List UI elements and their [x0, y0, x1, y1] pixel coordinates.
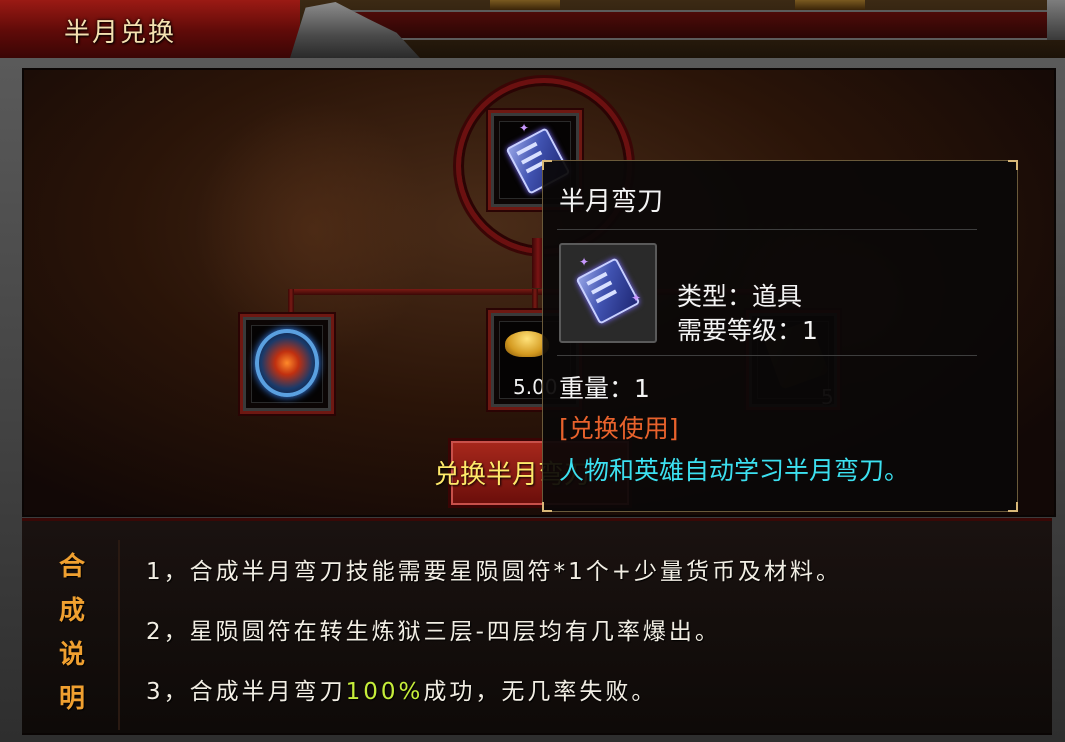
sparkle-icon: ✦	[579, 255, 590, 269]
window-title: 半月兑换	[64, 18, 177, 48]
tooltip-corner	[1008, 502, 1018, 512]
description-text: 成功，无几率失败。	[423, 679, 658, 705]
frame-ornament	[490, 0, 560, 10]
description-label-char: 说	[58, 640, 85, 670]
success-rate-highlight: 100%	[345, 679, 424, 705]
tooltip-corner	[542, 502, 552, 512]
description-label-char: 成	[58, 596, 85, 626]
rune-icon	[255, 329, 319, 397]
description-line-2: 2，星陨圆符在转生炼狱三层-四层均有几率爆出。	[146, 619, 721, 645]
tooltip-usage-tag: [兑换使用]	[559, 414, 679, 443]
description-label-char: 合	[58, 552, 85, 582]
sparkle-icon: ✦	[519, 121, 530, 135]
item-tooltip: 半月弯刀 ✦ ✦ 类型：道具 需要等级：1 重量：1 [兑换使用] 人物和英雄自…	[542, 160, 1018, 512]
tooltip-level: 需要等级：1	[677, 316, 818, 345]
top-frame	[330, 10, 1065, 40]
tooltip-type: 类型：道具	[677, 282, 803, 311]
frame-ornament	[795, 0, 865, 10]
frame-ornament	[1047, 0, 1065, 40]
tooltip-divider	[557, 229, 977, 230]
tooltip-description: 人物和英雄自动学习半月弯刀。	[559, 456, 910, 485]
description-text: 3，合成半月弯刀	[146, 679, 346, 705]
tooltip-weight: 重量：1	[559, 374, 650, 403]
description-label-char: 明	[58, 684, 85, 714]
tooltip-title: 半月弯刀	[559, 187, 664, 217]
connector-line	[288, 289, 294, 317]
tooltip-item-icon-frame: ✦ ✦	[559, 243, 657, 343]
tooltip-corner	[1008, 160, 1018, 170]
description-divider	[118, 540, 120, 730]
tooltip-corner	[542, 160, 552, 170]
material-slot-rune[interactable]	[240, 314, 334, 414]
description-line-1: 1，合成半月弯刀技能需要星陨圆符*1个+少量货币及材料。	[146, 559, 843, 585]
description-line-3: 3，合成半月弯刀100%成功，无几率失败。	[146, 672, 657, 706]
tooltip-divider	[557, 355, 977, 356]
sparkle-icon: ✦	[631, 291, 642, 305]
